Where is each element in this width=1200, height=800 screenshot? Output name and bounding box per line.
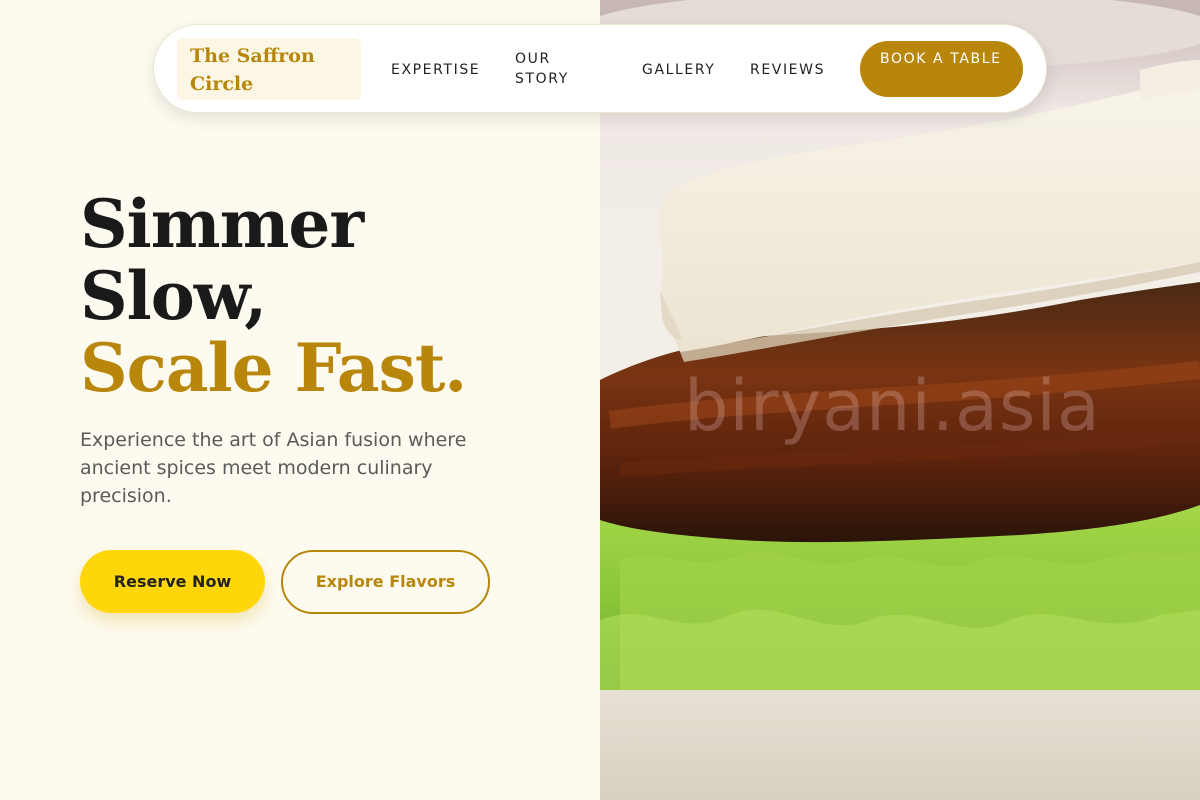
nav-item-reviews[interactable]: REVIEWS: [750, 60, 825, 80]
hero-food-image: biryani.asia: [600, 0, 1200, 800]
hero-description: Experience the art of Asian fusion where…: [80, 429, 467, 507]
hero-title: Simmer Slow, Scale Fast.: [80, 188, 580, 404]
top-navbar: The Saffron Circle EXPERTISE OUR STORY G…: [153, 24, 1047, 113]
book-a-table-button[interactable]: BOOK A TABLE: [860, 41, 1023, 97]
nav-item-gallery[interactable]: GALLERY: [642, 60, 715, 80]
brand-logo[interactable]: The Saffron Circle: [177, 38, 361, 100]
hero-title-accent: Scale Fast.: [80, 329, 467, 407]
nav-item-expertise[interactable]: EXPERTISE: [391, 60, 480, 80]
watermark-text: biryani.asia: [684, 365, 1101, 447]
nav-item-our-story[interactable]: OUR STORY: [515, 49, 595, 89]
explore-flavors-button[interactable]: Explore Flavors: [281, 550, 490, 614]
hero-title-line-2: Slow,: [80, 257, 267, 335]
hero-title-line-1: Simmer: [80, 185, 364, 263]
reserve-now-button[interactable]: Reserve Now: [80, 550, 265, 613]
